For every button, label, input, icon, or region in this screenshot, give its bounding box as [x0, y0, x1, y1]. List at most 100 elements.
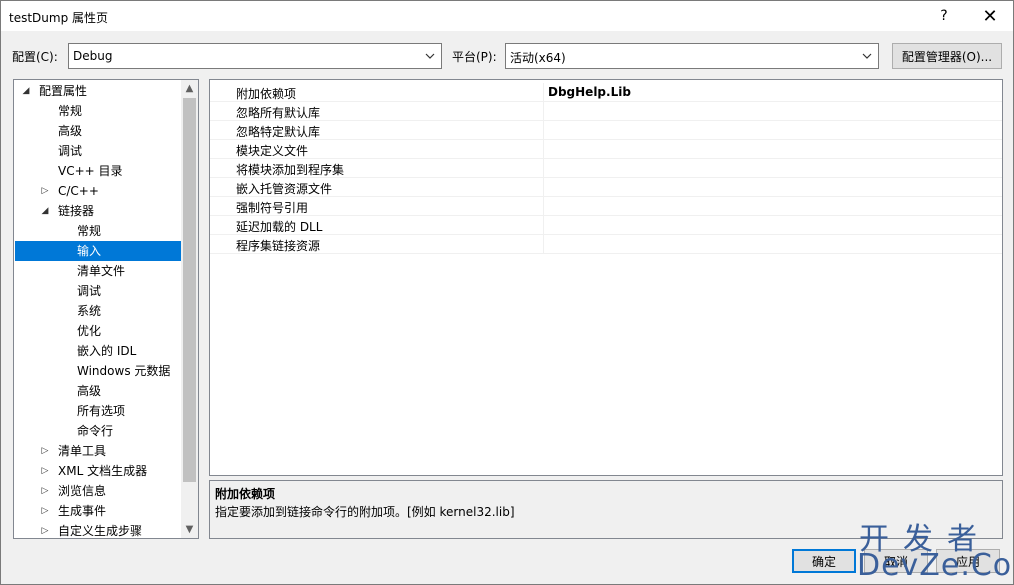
property-name: 将模块添加到程序集	[236, 163, 345, 177]
tree-item-label: 输入	[77, 244, 102, 258]
expand-arrow-icon[interactable]: ▷	[40, 501, 50, 521]
column-divider	[543, 102, 544, 121]
window-title: testDump 属性页	[9, 11, 109, 25]
scroll-down-icon[interactable]: ▼	[181, 521, 198, 538]
property-name: 模块定义文件	[236, 144, 309, 158]
apply-button[interactable]: 应用	[936, 549, 1000, 573]
column-divider	[543, 121, 544, 140]
property-name: 延迟加载的 DLL	[236, 220, 323, 234]
tree-item[interactable]: ◢ 链接器	[15, 201, 181, 221]
platform-label: 平台(P):	[452, 50, 497, 64]
tree-item-label: 常规	[58, 104, 83, 118]
tree-item-label: C/C++	[58, 184, 99, 198]
tree-item-label: 浏览信息	[58, 484, 107, 498]
tree-item-label: 高级	[77, 384, 102, 398]
property-row[interactable]: 模块定义文件	[210, 140, 1002, 159]
column-divider	[543, 235, 544, 254]
title-bar: testDump 属性页 ? ✕	[1, 1, 1013, 31]
tree-item[interactable]: 调试	[15, 141, 181, 161]
expand-arrow-icon[interactable]: ▷	[40, 181, 50, 201]
tree-item-label: 系统	[77, 304, 102, 318]
description-text: 指定要添加到链接命令行的附加项。[例如 kernel32.lib]	[215, 505, 515, 519]
property-name: 强制符号引用	[236, 201, 309, 215]
property-row[interactable]: 忽略特定默认库	[210, 121, 1002, 140]
platform-select-value: 活动(x64)	[510, 51, 566, 65]
tree-item[interactable]: 所有选项	[15, 401, 181, 421]
tree-item[interactable]: VC++ 目录	[15, 161, 181, 181]
tree-item-label: Windows 元数据	[77, 364, 171, 378]
tree-item[interactable]: ▷ XML 文档生成器	[15, 461, 181, 481]
config-label: 配置(C):	[12, 50, 58, 64]
tree-item[interactable]: 输入	[15, 241, 181, 261]
tree-item[interactable]: ▷ 浏览信息	[15, 481, 181, 501]
expand-arrow-icon[interactable]: ▷	[40, 461, 50, 481]
expand-arrow-icon[interactable]: ▷	[40, 521, 50, 538]
expand-arrow-icon[interactable]: ▷	[40, 481, 50, 501]
tree-item[interactable]: 常规	[15, 101, 181, 121]
property-name: 附加依赖项	[236, 87, 297, 101]
tree-scrollbar[interactable]: ▲ ▼	[181, 80, 198, 538]
scroll-thumb[interactable]	[183, 98, 196, 482]
cancel-button[interactable]: 取消	[864, 549, 928, 573]
tree-item[interactable]: 调试	[15, 281, 181, 301]
property-name: 忽略所有默认库	[236, 106, 321, 120]
scroll-up-icon[interactable]: ▲	[181, 80, 198, 97]
platform-select[interactable]: 活动(x64)	[505, 43, 879, 69]
property-row[interactable]: 程序集链接资源	[210, 235, 1002, 254]
property-row[interactable]: 强制符号引用	[210, 197, 1002, 216]
ok-button[interactable]: 确定	[792, 549, 856, 573]
tree-item[interactable]: ▷ 自定义生成步骤	[15, 521, 181, 538]
property-name: 嵌入托管资源文件	[236, 182, 333, 196]
tree-item[interactable]: 命令行	[15, 421, 181, 441]
tree-item-label: 自定义生成步骤	[58, 524, 143, 538]
property-row[interactable]: 附加依赖项 DbgHelp.Lib	[210, 83, 1002, 102]
property-value[interactable]: DbgHelp.Lib	[548, 85, 631, 99]
expand-arrow-icon[interactable]: ▷	[40, 441, 50, 461]
description-title: 附加依赖项	[215, 487, 276, 501]
column-divider	[543, 197, 544, 216]
tree-item[interactable]: ▷ 清单工具	[15, 441, 181, 461]
help-button[interactable]: ?	[921, 1, 967, 31]
tree-item-label: XML 文档生成器	[58, 464, 148, 478]
tree-item-label: 调试	[77, 284, 102, 298]
tree-item-label: 链接器	[58, 204, 95, 218]
tree-item[interactable]: 常规	[15, 221, 181, 241]
tree-item[interactable]: 嵌入的 IDL	[15, 341, 181, 361]
property-name: 程序集链接资源	[236, 239, 321, 253]
property-name: 忽略特定默认库	[236, 125, 321, 139]
tree-item-label: 高级	[58, 124, 83, 138]
tree-item-label: 常规	[77, 224, 102, 238]
tree-item[interactable]: 清单文件	[15, 261, 181, 281]
tree-item[interactable]: Windows 元数据	[15, 361, 181, 381]
property-tree: ◢ 配置属性 常规 高级 调试 VC++ 目录 ▷ C/C++ ◢ 链接器 常规 输入 清单文件 调试 系统…	[13, 79, 199, 539]
chevron-down-icon	[862, 53, 872, 59]
description-panel: 附加依赖项 指定要添加到链接命令行的附加项。[例如 kernel32.lib]	[209, 480, 1003, 539]
tree-item[interactable]: 系统	[15, 301, 181, 321]
property-row[interactable]: 延迟加载的 DLL	[210, 216, 1002, 235]
configuration-manager-button[interactable]: 配置管理器(O)...	[892, 43, 1002, 69]
column-divider	[543, 216, 544, 235]
tree-item-label: 调试	[58, 144, 83, 158]
column-divider	[543, 159, 544, 178]
expand-arrow-icon[interactable]: ◢	[40, 201, 50, 221]
tree-item[interactable]: ◢ 配置属性	[15, 81, 181, 101]
column-divider	[543, 140, 544, 159]
config-select[interactable]: Debug	[68, 43, 442, 69]
tree-item-label: 命令行	[77, 424, 114, 438]
tree-item-label: 嵌入的 IDL	[77, 344, 137, 358]
chevron-down-icon	[425, 53, 435, 59]
tree-item[interactable]: 高级	[15, 381, 181, 401]
property-row[interactable]: 将模块添加到程序集	[210, 159, 1002, 178]
tree-item[interactable]: 优化	[15, 321, 181, 341]
property-row[interactable]: 嵌入托管资源文件	[210, 178, 1002, 197]
expand-arrow-icon[interactable]: ◢	[21, 81, 31, 101]
close-button[interactable]: ✕	[967, 1, 1013, 31]
tree-item-label: 清单文件	[77, 264, 126, 278]
config-select-value: Debug	[73, 49, 113, 63]
property-row[interactable]: 忽略所有默认库	[210, 102, 1002, 121]
column-divider	[543, 178, 544, 197]
tree-item[interactable]: ▷ 生成事件	[15, 501, 181, 521]
tree-item[interactable]: 高级	[15, 121, 181, 141]
property-pages-dialog: testDump 属性页 ? ✕ 配置(C): Debug 平台(P): 活动(…	[0, 0, 1014, 585]
tree-item[interactable]: ▷ C/C++	[15, 181, 181, 201]
